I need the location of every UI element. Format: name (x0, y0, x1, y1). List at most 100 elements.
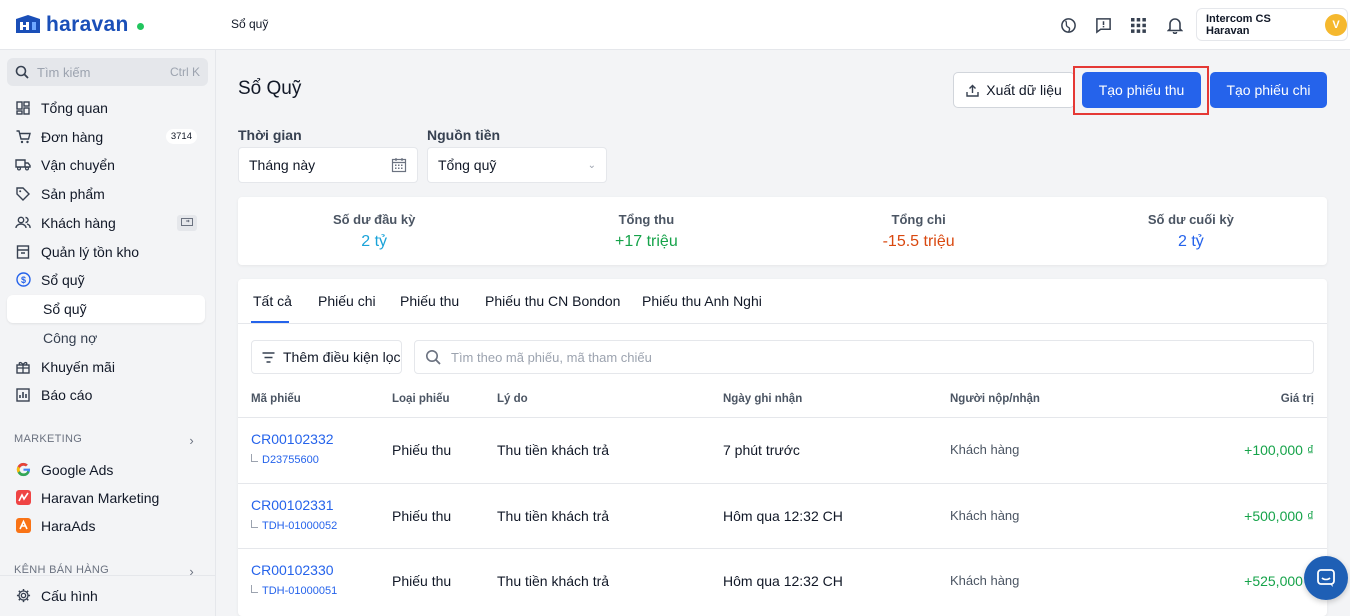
sidebar-item-google-ads[interactable]: Google Ads (7, 456, 205, 483)
receipt-code-link[interactable]: CR00102332 (251, 431, 334, 447)
reference-link[interactable]: TDH-01000052 (251, 520, 337, 532)
section-title: MARKETING (14, 433, 83, 445)
sidebar-search-input[interactable]: Tìm kiếm Ctrl K (7, 58, 208, 86)
summary-panel: Số dư đầu kỳ 2 tỷ Tổng thu +17 triệu Tổn… (238, 197, 1327, 265)
chat-icon (1317, 569, 1335, 587)
sidebar-item-haravan-marketing[interactable]: Haravan Marketing (7, 484, 205, 511)
table-search-placeholder: Tìm theo mã phiếu, mã tham chiếu (451, 349, 652, 365)
receipt-party: Khách hàng (950, 442, 1020, 457)
table-search-input[interactable]: Tìm theo mã phiếu, mã tham chiếu (414, 340, 1314, 374)
sidebar-item-don-hang[interactable]: Đơn hàng 3714 (7, 123, 205, 150)
search-shortcut: Ctrl K (170, 65, 200, 79)
haravan-marketing-icon (15, 490, 31, 506)
summary-total-income: Tổng thu +17 triệu (510, 197, 782, 265)
receipt-date: Hôm qua 12:32 CH (723, 573, 843, 589)
sidebar-item-label: HaraAds (41, 517, 96, 534)
active-tab-indicator (251, 321, 289, 323)
summary-value: 2 tỷ (361, 232, 388, 250)
chat-support-button[interactable] (1304, 556, 1348, 600)
inventory-icon (15, 244, 31, 260)
summary-label: Tổng chi (891, 211, 946, 227)
page-title: Sổ Quỹ (238, 78, 302, 99)
sidebar-item-khuyen-mai[interactable]: Khuyến mãi (7, 353, 205, 380)
reference-link[interactable]: D23755600 (251, 454, 319, 466)
tab-receipt-anh-nghi[interactable]: Phiếu thu Anh Nghi (642, 293, 762, 309)
gift-icon (15, 359, 31, 375)
summary-label: Số dư đầu kỳ (332, 211, 416, 227)
time-filter-select[interactable]: Tháng này (238, 147, 418, 183)
sidebar-item-label: Quản lý tồn kho (41, 243, 140, 260)
tab-all[interactable]: Tất cả (253, 293, 292, 309)
table-row[interactable]: CR00102331 TDH-01000052 Phiếu thu Thu ti… (238, 483, 1327, 548)
sidebar-item-label: Khuyến mãi (41, 358, 115, 375)
tab-payment[interactable]: Phiếu chi (318, 293, 376, 309)
account-menu[interactable]: Intercom CS Haravan V (1196, 8, 1348, 41)
chart-icon (15, 387, 31, 403)
users-icon (15, 215, 31, 231)
tab-receipt-bondon[interactable]: Phiếu thu CN Bondon (485, 293, 620, 309)
sidebar-item-label: Cấu hình (41, 587, 98, 604)
cart-icon (15, 129, 31, 145)
haravan-logo[interactable]: haravan (14, 13, 144, 37)
screen-share-icon[interactable] (177, 214, 197, 231)
sidebar-item-label: Đơn hàng (41, 128, 104, 145)
marketing-section-header[interactable]: MARKETING › (14, 433, 194, 448)
tree-corner-icon (251, 585, 258, 593)
summary-value: 2 tỷ (1177, 232, 1204, 250)
dashboard-icon (15, 100, 31, 116)
column-header-type: Loại phiếu (392, 393, 450, 405)
receipt-party: Khách hàng (950, 573, 1020, 588)
receipt-reason: Thu tiền khách trả (497, 508, 610, 524)
receipt-code-link[interactable]: CR00102330 (251, 562, 334, 578)
export-button[interactable]: Xuất dữ liệu (953, 72, 1075, 108)
table-row[interactable]: CR00102332 D23755600 Phiếu thu Thu tiền … (238, 417, 1327, 482)
sidebar-search-placeholder: Tìm kiếm (37, 64, 91, 80)
sidebar-item-label: Haravan Marketing (41, 489, 160, 506)
tree-corner-icon (251, 520, 258, 528)
svg-text:$: $ (20, 275, 25, 285)
receipt-code-link[interactable]: CR00102331 (251, 497, 334, 513)
reference-code: TDH-01000052 (262, 520, 338, 532)
source-filter-select[interactable]: Tổng quỹ ⌄ (427, 147, 607, 183)
reference-code: TDH-01000051 (262, 585, 338, 597)
sidebar-item-cau-hinh[interactable]: Cấu hình (7, 582, 205, 609)
sidebar: Tìm kiếm Ctrl K Tổng quan Đơn hàng 3714 … (0, 50, 216, 616)
calendar-icon (391, 158, 407, 173)
summary-value: -15.5 triệu (882, 232, 955, 250)
sidebar-item-haraads[interactable]: HaraAds (7, 512, 205, 539)
receipt-type: Phiếu thu (392, 442, 452, 458)
apps-grid-icon[interactable] (1128, 15, 1148, 35)
add-filter-button[interactable]: Thêm điều kiện lọc (251, 340, 402, 374)
receipt-reason: Thu tiền khách trả (497, 573, 610, 589)
reference-link[interactable]: TDH-01000051 (251, 585, 337, 597)
bell-icon[interactable] (1165, 15, 1185, 35)
sidebar-item-so-quy[interactable]: $ Sổ quỹ (7, 266, 205, 293)
sidebar-item-van-chuyen[interactable]: Vận chuyển (7, 151, 205, 178)
help-globe-icon[interactable] (1058, 15, 1078, 35)
sidebar-item-bao-cao[interactable]: Báo cáo (7, 381, 205, 408)
source-filter-value: Tổng quỹ (438, 157, 497, 173)
receipt-party: Khách hàng (950, 508, 1020, 523)
sidebar-item-san-pham[interactable]: Sản phẩm (7, 180, 205, 207)
brand-name: haravan (46, 13, 129, 36)
create-payment-button[interactable]: Tạo phiếu chi (1210, 72, 1327, 108)
reference-code: D23755600 (262, 454, 319, 466)
haravan-logo-icon (16, 15, 40, 33)
account-name: Intercom CS Haravan (1206, 12, 1271, 37)
sidebar-subitem-cong-no[interactable]: Công nợ (7, 324, 205, 352)
receipt-date: Hôm qua 12:32 CH (723, 508, 843, 524)
top-bar: haravan Sổ quỹ Intercom CS Haravan V (0, 0, 1350, 50)
summary-total-expense: Tổng chi -15.5 triệu (783, 197, 1055, 265)
sidebar-subitem-so-quy[interactable]: Sổ quỹ (7, 295, 205, 323)
message-icon[interactable] (1093, 15, 1113, 35)
time-filter-label: Thời gian (238, 127, 302, 143)
table-row[interactable]: CR00102330 TDH-01000051 Phiếu thu Thu ti… (238, 548, 1327, 613)
sidebar-item-khach-hang[interactable]: Khách hàng (7, 209, 205, 236)
receipt-amount: +100,000 ₫ (1244, 442, 1314, 458)
tab-receipt[interactable]: Phiếu thu (400, 293, 459, 309)
sidebar-item-quan-ly-ton-kho[interactable]: Quản lý tồn kho (7, 238, 205, 265)
table-header: Mã phiếu Loại phiếu Lý do Ngày ghi nhận … (238, 383, 1327, 415)
highlight-frame (1073, 66, 1209, 115)
time-filter-value: Tháng này (249, 157, 316, 173)
sidebar-item-tong-quan[interactable]: Tổng quan (7, 94, 205, 121)
